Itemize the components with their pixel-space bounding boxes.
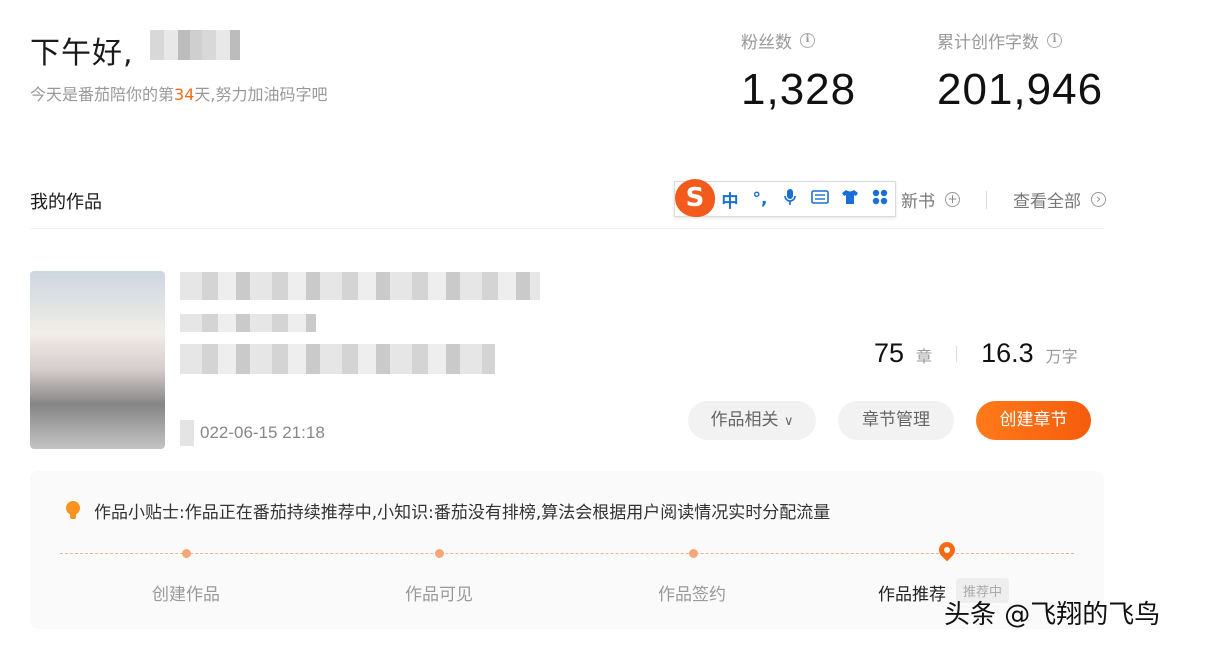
ime-logo-icon[interactable]: S — [675, 179, 715, 217]
chapter-manage-button[interactable]: 章节管理 — [838, 401, 954, 440]
info-icon[interactable]: i — [800, 33, 815, 48]
book-intro-blurred — [180, 344, 495, 374]
works-header-actions: 新书 + 查看全部 › — [901, 187, 1106, 212]
create-chapter-button[interactable]: 创建章节 — [976, 401, 1091, 440]
view-all-button[interactable]: 查看全部 › — [1013, 187, 1106, 212]
step-dot — [435, 549, 444, 558]
lightbulb-icon — [64, 500, 82, 521]
tip-text: 作品小贴士:作品正在番茄持续推荐中,小知识:番茄没有排榜,算法会根据用户阅读情况… — [94, 503, 831, 523]
stat-words-label: 累计创作字数 — [937, 33, 1039, 53]
step-recommended: 作品推荐 — [878, 585, 946, 605]
user-name-blurred — [150, 30, 240, 60]
ime-toolbar[interactable]: S 中 °, — [674, 179, 896, 217]
word-unit: 万字 — [1045, 349, 1078, 366]
work-related-dropdown[interactable]: 作品相关 ∨ — [688, 401, 816, 440]
timestamp-blur — [180, 420, 194, 446]
stat-fans: 粉丝数 i 1,328 — [741, 28, 856, 115]
days-count: 34 — [174, 85, 195, 104]
chevron-down-icon: ∨ — [783, 414, 794, 429]
new-book-button[interactable]: 新书 + — [901, 187, 960, 212]
toolbox-grid-icon[interactable] — [865, 189, 895, 210]
info-icon[interactable]: i — [1047, 33, 1062, 48]
chapter-count: 75 — [874, 338, 905, 368]
tip-row: 作品小贴士:作品正在番茄持续推荐中,小知识:番茄没有排榜,算法会根据用户阅读情况… — [64, 498, 830, 523]
days-prefix: 今天是番茄陪你的第 — [30, 85, 175, 104]
microphone-icon[interactable] — [775, 188, 805, 211]
ime-punctuation-icon[interactable]: °, — [745, 189, 775, 209]
chapter-unit: 章 — [916, 349, 933, 366]
step-dot — [182, 549, 191, 558]
days-suffix: 天,努力加油码字吧 — [194, 85, 328, 104]
divider — [986, 190, 987, 209]
step-create: 创建作品 — [152, 585, 220, 605]
step-visible: 作品可见 — [405, 585, 473, 605]
section-divider — [30, 228, 1104, 229]
step-dot — [689, 549, 698, 558]
book-cover-blurred[interactable] — [30, 271, 165, 449]
book-counts: 75 章 16.3 万字 — [874, 338, 1078, 369]
watermark: 头条 @飞翔的飞鸟 — [944, 600, 1161, 630]
new-book-label: 新书 — [901, 192, 935, 212]
step-signed: 作品签约 — [658, 585, 726, 605]
chevron-right-icon: › — [1091, 192, 1106, 207]
greeting: 下午好, — [30, 36, 134, 71]
greeting-subline: 今天是番茄陪你的第34天,努力加油码字吧 — [30, 81, 327, 105]
book-meta-blurred — [180, 314, 316, 332]
stat-words: 累计创作字数 i 201,946 — [937, 28, 1103, 115]
divider — [956, 345, 958, 362]
view-all-label: 查看全部 — [1013, 192, 1081, 212]
book-title-blurred[interactable] — [180, 272, 540, 300]
my-works-title: 我的作品 — [30, 192, 102, 213]
word-count: 16.3 — [981, 338, 1034, 368]
stat-fans-value: 1,328 — [741, 65, 857, 114]
stat-fans-label: 粉丝数 — [741, 33, 792, 53]
update-timestamp: 022-06-15 21:18 — [200, 423, 325, 442]
keyboard-icon[interactable] — [805, 189, 835, 209]
progress-track — [60, 553, 1074, 554]
plus-circle-icon: + — [945, 192, 960, 207]
stat-words-value: 201,946 — [937, 65, 1104, 114]
ime-chinese-mode[interactable]: 中 — [715, 187, 745, 212]
work-related-label: 作品相关 — [710, 410, 779, 430]
skin-shirt-icon[interactable] — [835, 189, 865, 210]
